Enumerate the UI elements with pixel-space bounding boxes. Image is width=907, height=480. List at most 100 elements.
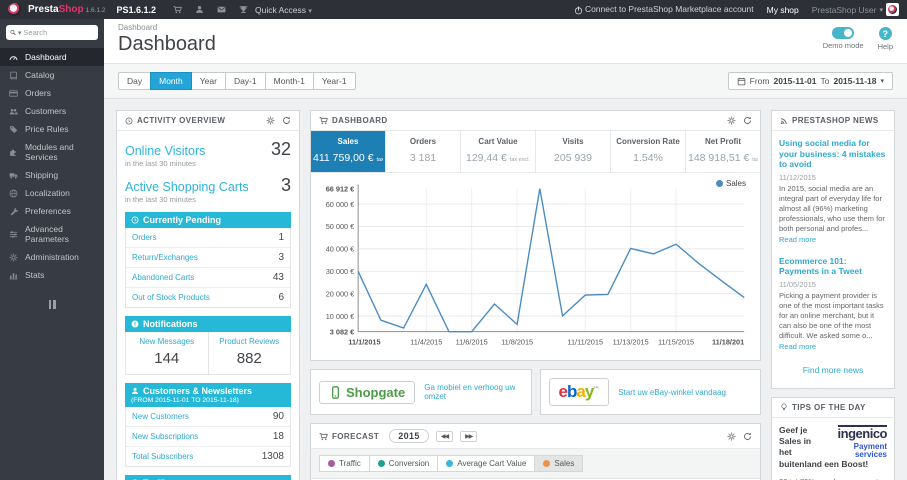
sidebar-item-stats[interactable]: Stats: [0, 266, 104, 284]
article-title-link[interactable]: Using social media for your business: 4 …: [779, 138, 887, 170]
forecast-prev-button[interactable]: ◀◀: [435, 430, 454, 442]
demo-mode-toggle[interactable]: [832, 27, 855, 39]
find-more-news-link[interactable]: Find more news: [779, 365, 887, 375]
date-range-picker[interactable]: From 2015-11-01 To 2015-11-18 ▾: [727, 72, 893, 90]
forecast-tab-average-cart-value[interactable]: Average Cart Value: [437, 455, 536, 472]
customers-row[interactable]: Total Subscribers 1308: [126, 447, 290, 466]
kpi-cart-value[interactable]: Cart Value 129,44 € tax excl.: [461, 131, 536, 172]
sidebar-collapse-handle[interactable]: [46, 300, 58, 309]
wrench-icon: [9, 207, 18, 216]
forecast-next-button[interactable]: ▶▶: [460, 430, 478, 442]
range-year-button[interactable]: Year: [190, 72, 226, 90]
kpi-visits[interactable]: Visits 205 939: [536, 131, 611, 172]
active-carts-link[interactable]: Active Shopping Carts: [125, 180, 249, 194]
svg-text:11/6/2015: 11/6/2015: [456, 337, 488, 346]
article-title-link[interactable]: Ecommerce 101: Payments in a Tweet: [779, 256, 887, 277]
forecast-tab-sales[interactable]: Sales: [534, 455, 584, 472]
help-label: Help: [877, 42, 893, 51]
date-range-toolbar: Day Month Year Day-1 Month-1 Year-1 From…: [104, 64, 907, 99]
article-date: 11/05/2015: [779, 279, 816, 289]
activity-panel-title: ACTIVITY OVERVIEW: [137, 116, 226, 125]
version-label: 1.6.1.2: [85, 7, 106, 14]
panel-refresh-icon[interactable]: [282, 116, 291, 125]
range-month-1-button[interactable]: Month-1: [264, 72, 314, 90]
quick-access-menu[interactable]: Quick Access ▾: [255, 5, 312, 15]
panel-settings-icon[interactable]: [266, 116, 275, 125]
forecast-tab-traffic[interactable]: Traffic: [319, 455, 370, 472]
search-scope-caret-icon[interactable]: ▾: [18, 29, 22, 37]
pending-row[interactable]: Abandoned Carts 43: [126, 268, 290, 288]
panel-refresh-icon[interactable]: [743, 116, 752, 125]
sidebar-item-advanced-parameters[interactable]: Advanced Parameters: [0, 220, 104, 248]
active-carts-subtitle: in the last 30 minutes: [125, 195, 196, 204]
forecast-tab-conversion[interactable]: Conversion: [368, 455, 439, 472]
read-more-link[interactable]: Read more: [779, 342, 816, 351]
chevron-down-icon: ▾: [308, 7, 312, 15]
forecast-panel: FORECAST 2015 ◀◀ ▶▶ Traffic Conversion A…: [310, 423, 761, 480]
customers-date-range: (FROM 2015-11-01 TO 2015-11-18): [131, 397, 239, 404]
sidebar-item-price-rules[interactable]: Price Rules: [0, 120, 104, 138]
chart-legend-sales[interactable]: Sales: [715, 179, 746, 188]
product-reviews-cell[interactable]: Product Reviews 882: [207, 332, 291, 374]
pending-row[interactable]: Orders 1: [126, 228, 290, 248]
help-icon[interactable]: ?: [878, 27, 892, 40]
kpi-orders[interactable]: Orders 3 181: [386, 131, 461, 172]
clock-icon: [125, 117, 133, 125]
sidebar-search[interactable]: ▾: [6, 25, 98, 40]
top-bar: PrestaShop 1.6.1.2 PS1.6.1.2 Quick Access…: [0, 0, 907, 19]
pending-row[interactable]: Return/Exchanges 3: [126, 248, 290, 268]
range-day-1-button[interactable]: Day-1: [224, 72, 266, 90]
sidebar-item-dashboard[interactable]: Dashboard: [0, 48, 104, 66]
svg-text:11/13/2015: 11/13/2015: [613, 337, 649, 346]
range-month-button[interactable]: Month: [150, 72, 192, 90]
kpi-net-profit[interactable]: Net Profit148 918,51 € tax excl.: [686, 131, 760, 172]
marketplace-link[interactable]: Connect to PrestaShop Marketplace accoun…: [574, 4, 754, 14]
sidebar-item-administration[interactable]: Administration: [0, 248, 104, 266]
sidebar-item-orders[interactable]: Orders: [0, 84, 104, 102]
customers-menu-icon[interactable]: [195, 5, 204, 14]
panel-refresh-icon[interactable]: [743, 432, 752, 441]
messages-menu-icon[interactable]: [217, 5, 226, 14]
my-shop-link[interactable]: My shop: [767, 5, 799, 15]
svg-text:10 000 €: 10 000 €: [326, 312, 355, 321]
shopgate-link[interactable]: Ga mobiel en verhoog uw omzet: [424, 383, 522, 401]
kpi-sales[interactable]: Sales411 759,00 € tax excl.: [311, 131, 386, 172]
kpi-conversion-rate[interactable]: Conversion Rate 1.54%: [611, 131, 686, 172]
svg-text:30 000 €: 30 000 €: [326, 267, 355, 276]
trophy-menu-icon[interactable]: [239, 5, 248, 14]
truck-icon: [9, 171, 18, 180]
ebay-link[interactable]: Start uw eBay-winkel vandaag: [618, 388, 726, 397]
search-input[interactable]: [23, 28, 94, 37]
panel-settings-icon[interactable]: [727, 432, 736, 441]
online-visitors-link[interactable]: Online Visitors: [125, 144, 205, 158]
svg-text:11/18/201: 11/18/201: [712, 337, 744, 346]
sidebar-item-shipping[interactable]: Shipping: [0, 166, 104, 184]
sidebar-item-catalog[interactable]: Catalog: [0, 66, 104, 84]
svg-text:11/15/2015: 11/15/2015: [658, 337, 694, 346]
customers-row[interactable]: New Subscriptions 18: [126, 427, 290, 447]
read-more-link[interactable]: Read more: [779, 235, 816, 244]
shopgate-logo: Shopgate: [319, 380, 416, 404]
conversion-dot-icon: [377, 460, 385, 467]
user-icon: [131, 387, 139, 395]
new-messages-cell[interactable]: New Messages 144: [126, 332, 208, 374]
sidebar-item-preferences[interactable]: Preferences: [0, 202, 104, 220]
article-excerpt: Picking a payment provider is one of the…: [779, 290, 884, 351]
breadcrumb[interactable]: Dashboard: [118, 23, 216, 32]
range-day-button[interactable]: Day: [118, 72, 152, 90]
range-year-1-button[interactable]: Year-1: [312, 72, 356, 90]
svg-text:60 000 €: 60 000 €: [326, 200, 355, 209]
sidebar-item-modules[interactable]: Modules and Services: [0, 138, 104, 166]
tag-icon: [9, 125, 18, 134]
cart-menu-icon[interactable]: [173, 5, 182, 14]
puzzle-icon: [9, 148, 18, 157]
panel-settings-icon[interactable]: [727, 116, 736, 125]
svg-text:3 082 €: 3 082 €: [330, 327, 354, 336]
tips-of-the-day-panel: TIPS OF THE DAY ingenico Payment services…: [771, 396, 895, 480]
sidebar-item-customers[interactable]: Customers: [0, 102, 104, 120]
svg-text:66 912 €: 66 912 €: [326, 184, 355, 193]
pending-row[interactable]: Out of Stock Products 6: [126, 288, 290, 307]
user-menu[interactable]: PrestaShop User ▾: [812, 3, 899, 16]
customers-row[interactable]: New Customers 90: [126, 407, 290, 427]
sidebar-item-localization[interactable]: Localization: [0, 184, 104, 202]
